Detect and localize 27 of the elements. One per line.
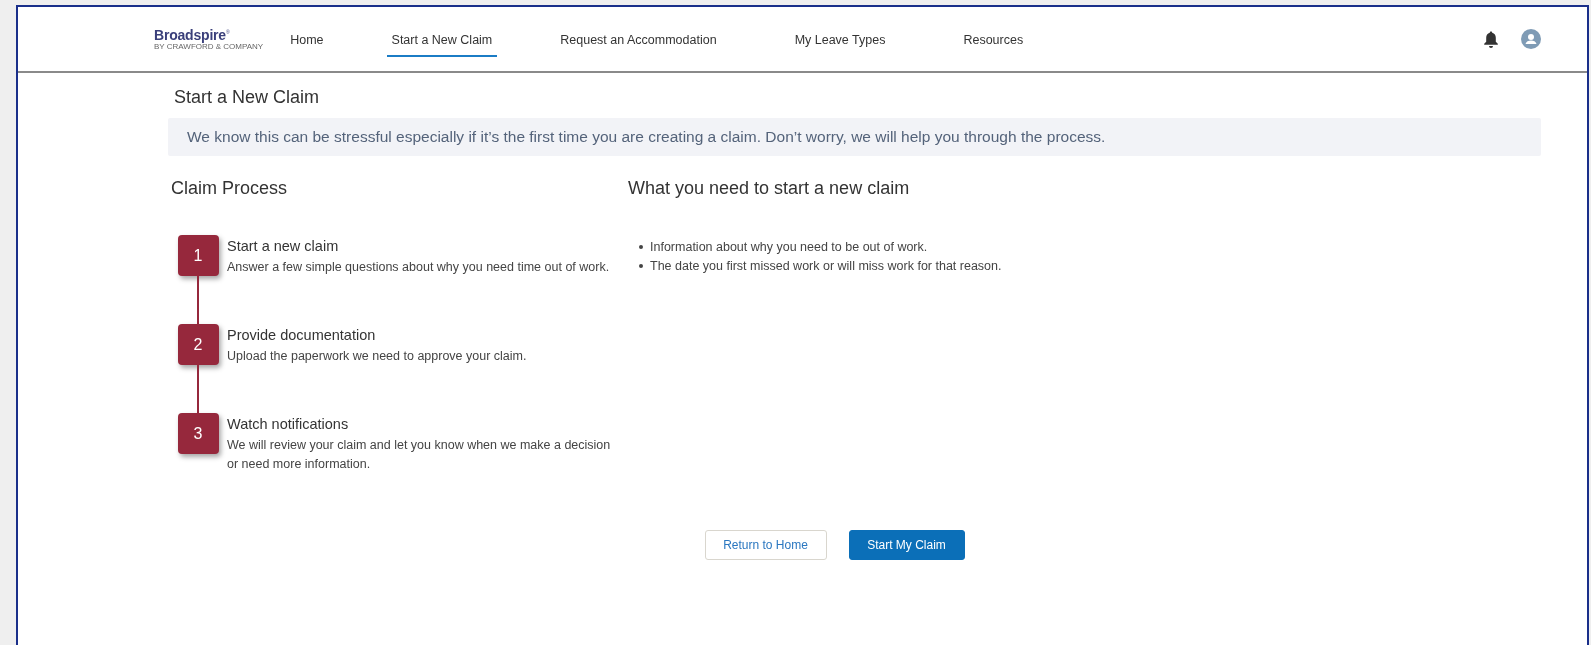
page-title: Start a New Claim: [174, 87, 321, 108]
step-title: Watch notifications: [227, 416, 350, 432]
nav-tab[interactable]: Resources: [958, 27, 1029, 57]
user-avatar-icon[interactable]: [1521, 29, 1541, 49]
nav-tab[interactable]: My Leave Types: [789, 27, 891, 57]
step-number: 3: [177, 413, 219, 454]
step-description: Answer a few simple questions about why you need time out of work.: [227, 259, 611, 276]
logo[interactable]: Broadspire$^{®}$ BY CRAWFORD & COMPANY: [154, 27, 264, 51]
nav-tab[interactable]: Start a New Claim: [386, 27, 498, 57]
info-banner: We know this can be stressful especially if it’s the first time you are creating a claim. Don’t worry, we will help you through the process.: [168, 118, 1541, 156]
notification-bell-icon[interactable]: [1483, 30, 1499, 48]
start-claim-button[interactable]: Start My Claim: [848, 530, 965, 560]
requirement-text: Information about why you need to be out of work.: [650, 239, 928, 254]
nav-tab[interactable]: Request an Accommodation: [555, 27, 722, 57]
step-description: Upload the paperwork we need to approve your claim.: [227, 348, 528, 365]
nav-tab[interactable]: Home: [285, 27, 329, 57]
return-home-button[interactable]: Return to Home: [704, 530, 827, 560]
bullet-icon: [639, 263, 643, 268]
section-heading: Claim Process: [171, 178, 289, 199]
step-title: Provide documentation: [227, 327, 377, 343]
step-description: We will review your claim and let you know when we make a decision or need more information.: [227, 437, 612, 473]
step-number: 1: [177, 235, 219, 276]
bullet-icon: [639, 244, 643, 249]
step-number: 2: [177, 324, 219, 365]
requirement-text: The date you first missed work or will miss work for that reason.: [650, 258, 1002, 273]
step-title: Start a new claim: [227, 238, 340, 254]
section-heading: What you need to start a new claim: [628, 178, 911, 199]
